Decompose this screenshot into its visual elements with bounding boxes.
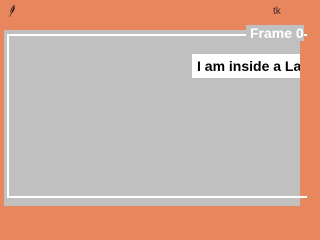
frame-label: Frame 0 [246, 25, 304, 41]
title-bar[interactable]: tk [0, 0, 300, 24]
app-window: tk Frame 0 I am inside a La [0, 0, 307, 210]
label-frame: Frame 0 I am inside a La [4, 25, 307, 206]
content-label: I am inside a La [192, 54, 300, 78]
feather-icon [9, 5, 15, 17]
window-title: tk [273, 6, 281, 17]
